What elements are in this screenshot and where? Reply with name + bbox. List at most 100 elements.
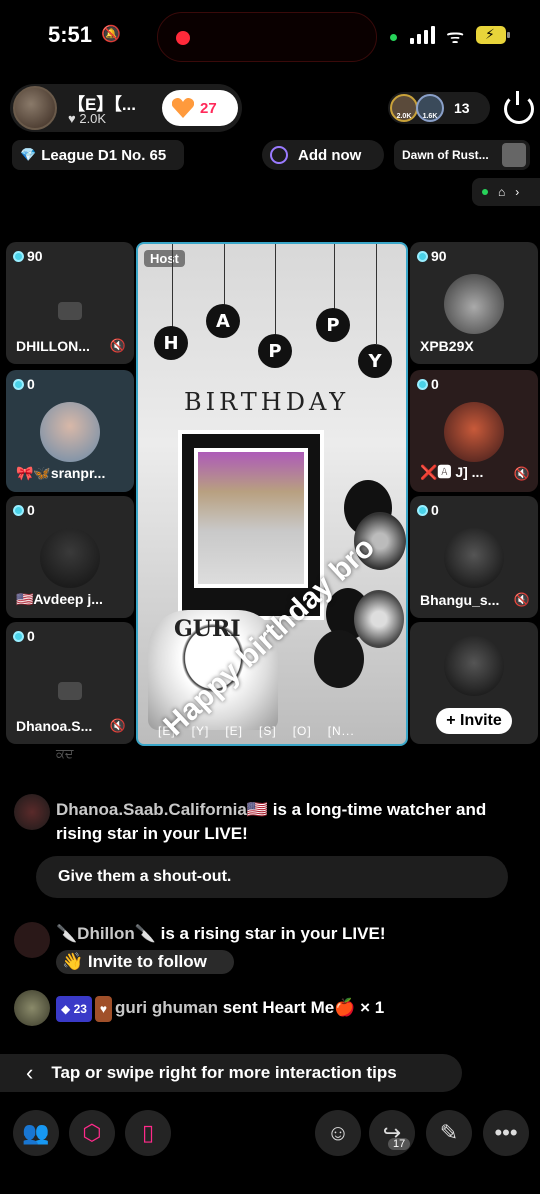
score-icon	[13, 504, 24, 516]
add-icon	[270, 146, 288, 164]
bell-muted-icon: 🔕	[101, 26, 121, 43]
guest-score: 0	[417, 376, 439, 392]
book-icon[interactable]: ▯	[125, 1110, 171, 1156]
interaction-tips-bar[interactable]: ‹ Tap or swipe right for more interaction…	[0, 1054, 462, 1092]
power-icon[interactable]	[504, 91, 534, 124]
viewer-avatar[interactable]: 2.0K	[390, 94, 418, 122]
chat-bubble-icon[interactable]: ☺	[315, 1110, 361, 1156]
guest-score: 0	[13, 376, 35, 392]
mic-muted-icon: 🔇	[109, 338, 126, 353]
chat-avatar[interactable]	[14, 794, 50, 830]
score-icon	[13, 378, 24, 390]
balloon	[354, 590, 404, 648]
guest-tile[interactable]: 0 🇺🇸Avdeep j...	[6, 496, 134, 618]
viewer-list[interactable]: 2.0K 1.6K 13	[388, 92, 490, 124]
birthday-text: BIRTHDAY	[184, 388, 350, 416]
clock: 5:51	[48, 22, 93, 47]
event-thumbnail	[502, 143, 526, 167]
chat-message: Dhanoa.Saab.California🇺🇸 is a long-time …	[56, 798, 526, 846]
guest-tile[interactable]: 0 🎀🦋sranpr...	[6, 370, 134, 492]
status-bar: 5:51 🔕 ᯤ ⚡	[0, 0, 540, 72]
guest-tile[interactable]: 90 XPB29X	[410, 242, 538, 364]
add-now-button[interactable]: Add now	[262, 140, 384, 170]
host-avatar[interactable]	[13, 86, 57, 130]
score-value: 90	[27, 248, 43, 264]
guest-name: 🎀🦋sranpr...	[16, 465, 106, 481]
chat-username[interactable]: 🔪Dhillon🔪	[56, 924, 156, 943]
guest-tile[interactable]: 90 DHILLON... 🔇	[6, 242, 134, 364]
shoutout-button[interactable]: Give them a shout-out.	[36, 856, 508, 898]
guest-score: 90	[13, 248, 43, 264]
banner-letter: P	[316, 308, 350, 342]
mic-muted-icon: 🔇	[513, 466, 530, 481]
guest-avatar	[444, 528, 504, 588]
heart-icon	[172, 98, 194, 118]
level-badge: ◆ 23	[56, 996, 92, 1022]
tip-text: Tap or swipe right for more interaction …	[51, 1063, 397, 1082]
host-photo	[194, 448, 308, 588]
score-value: 90	[431, 248, 447, 264]
box-icon[interactable]: ⬡	[69, 1110, 115, 1156]
record-dot-icon	[176, 31, 190, 45]
heart-button[interactable]: 27	[162, 90, 238, 126]
guest-name: DHILLON...	[16, 338, 90, 354]
chat-message: 🔪Dhillon🔪 is a rising star in your LIVE!	[56, 922, 526, 946]
recording-indicator[interactable]	[157, 12, 377, 62]
host-likes: ♥ 2.0K	[68, 111, 107, 126]
league-badge[interactable]: 💎 League D1 No. 65	[12, 140, 184, 170]
host-info[interactable]: 【E】【... ♥ 2.0K 27	[10, 84, 242, 132]
guests-icon[interactable]: 👥	[13, 1110, 59, 1156]
guest-name: ❌🅰 J] ...	[420, 464, 484, 480]
viewer-avatar[interactable]: 1.6K	[416, 94, 444, 122]
chat-message: ◆ 23 ♥ guri ghuman sent Heart Me🍎 × 1	[56, 996, 526, 1022]
mini-controls[interactable]: ⌂ ›	[472, 178, 540, 206]
guest-name: XPB29X	[420, 338, 474, 354]
invite-to-follow-button[interactable]: 👋 Invite to follow	[56, 950, 234, 974]
banner-letter: Y	[358, 344, 392, 378]
mic-muted-icon: 🔇	[513, 592, 530, 607]
guest-score: 0	[13, 502, 35, 518]
league-label: League D1 No. 65	[41, 146, 167, 164]
guest-name: Dhanoa.S...	[16, 718, 93, 734]
invite-tile[interactable]: + Invite	[410, 622, 538, 744]
viewer-count: 13	[454, 100, 470, 116]
score-value: 0	[27, 628, 35, 644]
guest-score: 90	[417, 248, 447, 264]
live-dot-icon	[482, 189, 488, 195]
event-label: Dawn of Rust...	[402, 148, 489, 162]
guest-score: 0	[417, 502, 439, 518]
diamond-icon: 💎	[20, 147, 37, 162]
magic-wand-icon[interactable]: ✎	[426, 1110, 472, 1156]
chat-avatar[interactable]	[14, 922, 50, 958]
guest-tile[interactable]: 0 Bhangu_s... 🔇	[410, 496, 538, 618]
guest-avatar	[444, 274, 504, 334]
guest-avatar	[40, 402, 100, 462]
score-icon	[417, 250, 428, 262]
banner-letter: A	[206, 304, 240, 338]
score-value: 0	[431, 502, 439, 518]
guest-avatar	[40, 528, 100, 588]
guest-tile[interactable]: 0 Dhanoa.S... 🔇	[6, 622, 134, 744]
chevron-left-icon[interactable]: ‹	[26, 1060, 33, 1086]
guest-score: 0	[13, 628, 35, 644]
host-likes-count: 2.0K	[79, 111, 107, 126]
home-icon[interactable]: ⌂	[498, 185, 505, 199]
chat-username[interactable]: Dhanoa.Saab.California🇺🇸	[56, 800, 268, 819]
share-count: 17	[388, 1138, 411, 1150]
event-banner[interactable]: Dawn of Rust...	[394, 140, 530, 170]
chevron-right-icon[interactable]: ›	[515, 185, 519, 199]
guest-name: 🇺🇸Avdeep j...	[16, 591, 103, 607]
guest-tile[interactable]: 0 ❌🅰 J] ... 🔇	[410, 370, 538, 492]
faded-comment: ਕਦ	[56, 746, 74, 761]
camera-off-icon	[58, 302, 82, 320]
more-icon[interactable]: •••	[483, 1110, 529, 1156]
score-icon	[417, 378, 428, 390]
chat-avatar[interactable]	[14, 990, 50, 1026]
chat-username[interactable]: guri ghuman	[115, 998, 218, 1017]
add-now-label: Add now	[298, 146, 362, 164]
host-label: Host	[144, 250, 185, 267]
host-video[interactable]: Host H A P P Y BIRTHDAY GURI [E] [Y] [E]…	[136, 242, 408, 746]
score-value: 0	[27, 376, 35, 392]
invite-button[interactable]: + Invite	[436, 708, 512, 734]
guest-avatar	[444, 402, 504, 462]
